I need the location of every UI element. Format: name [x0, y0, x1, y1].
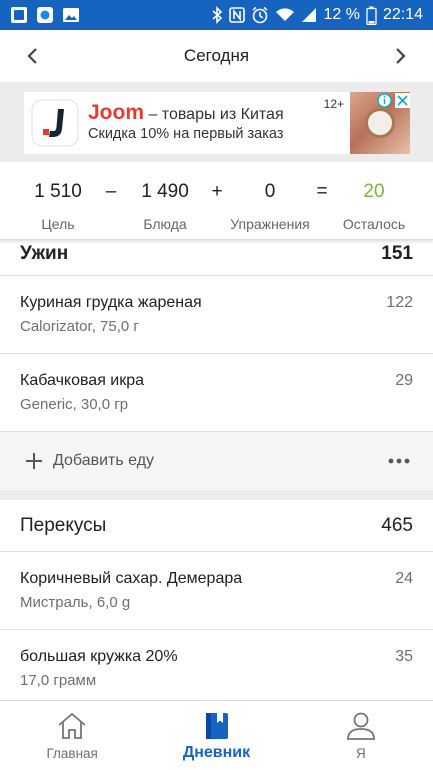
ad-subline: Скидка 10% на первый заказ — [88, 126, 284, 142]
food-name: большая кружка 20% — [20, 648, 178, 665]
remaining-value: 20 — [363, 181, 385, 202]
diary-content[interactable]: Ужин 151 Куриная грудка жареная Caloriza… — [0, 240, 433, 700]
nav-home-label: Главная — [46, 746, 98, 761]
snacks-total: 465 — [381, 514, 413, 536]
dinner-title: Ужин — [20, 243, 69, 264]
dinner-total: 151 — [381, 243, 413, 264]
status-right: 12 % 22:14 — [211, 6, 423, 25]
snacks-header[interactable]: Перекусы 465 — [0, 500, 433, 552]
ad-close-icon[interactable] — [394, 92, 410, 108]
add-food-label[interactable]: Добавить еду — [53, 452, 154, 470]
ad-info-icon[interactable] — [376, 92, 392, 108]
dinner-section: Ужин 151 Куриная грудка жареная Caloriza… — [0, 240, 433, 490]
ad-headline: Joom – товары из Китая — [88, 101, 284, 125]
food-calories: 35 — [395, 648, 413, 665]
date-title[interactable]: Сегодня — [184, 46, 249, 66]
more-horizontal-icon — [388, 458, 410, 464]
date-header: Сегодня — [0, 30, 433, 82]
wifi-icon — [275, 7, 295, 23]
bluetooth-icon — [211, 6, 223, 24]
snacks-title: Перекусы — [20, 514, 107, 536]
food-value: 1 490 — [141, 181, 189, 202]
food-entry[interactable]: Кабачковая икра Generic, 30,0 гр 29 — [0, 354, 433, 432]
signal-icon — [301, 7, 317, 23]
food-entry[interactable]: Коричневый сахар. Демерара Мистраль, 6,0… — [0, 552, 433, 630]
goal-value: 1 510 — [34, 181, 82, 202]
remaining-label: Осталось — [342, 216, 406, 232]
food-detail: 17,0 грамм — [20, 672, 97, 689]
food-label: Блюда — [143, 216, 187, 232]
battery-percent: 12 % — [323, 6, 360, 23]
app-badge-icon — [36, 6, 54, 24]
ad-brand: Joom — [88, 101, 145, 124]
ad-area: Joom – товары из Китая Скидка 10% на пер… — [0, 82, 433, 162]
ad-image — [350, 92, 410, 154]
plus-icon — [26, 453, 42, 469]
alarm-icon — [251, 6, 269, 24]
minus-operator: – — [105, 181, 117, 202]
snacks-section: Перекусы 465 Коричневый сахар. Демерара … — [0, 500, 433, 700]
add-food-button[interactable] — [24, 451, 44, 471]
status-time: 22:14 — [382, 6, 423, 23]
nav-diary-label: Дневник — [182, 744, 251, 761]
food-calories: 122 — [386, 294, 413, 311]
more-options-button[interactable] — [387, 451, 411, 471]
food-entry[interactable]: Куриная грудка жареная Calorizator, 75,0… — [0, 276, 433, 354]
food-calories: 29 — [395, 372, 413, 389]
nav-me-label: Я — [355, 746, 366, 761]
food-name: Коричневый сахар. Демерара — [20, 570, 243, 587]
chevron-right-icon — [396, 48, 406, 64]
plus-operator: + — [211, 181, 223, 202]
blue-square-icon — [10, 6, 28, 24]
home-icon — [56, 710, 88, 742]
previous-day-button[interactable] — [18, 41, 48, 71]
ad-controls — [376, 92, 410, 108]
dinner-header[interactable]: Ужин 151 — [0, 240, 433, 276]
status-left-icons — [10, 6, 80, 24]
food-entry[interactable]: большая кружка 20% 17,0 грамм 35 — [0, 630, 433, 700]
exercise-label: Упражнения — [230, 216, 310, 232]
next-day-button[interactable] — [385, 41, 415, 71]
image-icon — [62, 6, 80, 24]
diary-icon — [201, 710, 231, 742]
ad-age-rating: 12+ — [323, 97, 344, 111]
ad-watch-image — [365, 108, 395, 138]
nfc-icon — [229, 6, 246, 24]
add-food-row: Добавить еду — [0, 432, 433, 490]
bottom-navigation: Главная Дневник Я — [0, 700, 433, 770]
chevron-left-icon — [27, 48, 37, 64]
ad-headline-rest: – товары из Китая — [144, 106, 284, 123]
food-detail: Generic, 30,0 гр — [20, 396, 129, 413]
ad-text: Joom – товары из Китая Скидка 10% на пер… — [88, 92, 350, 154]
food-name: Кабачковая икра — [20, 372, 145, 389]
nav-home[interactable]: Главная — [0, 701, 144, 770]
nav-diary[interactable]: Дневник — [144, 701, 288, 770]
ad-logo — [28, 96, 82, 150]
food-detail: Мистраль, 6,0 g — [20, 594, 131, 611]
food-calories: 24 — [395, 570, 413, 587]
food-name: Куриная грудка жареная — [20, 294, 202, 311]
food-detail: Calorizator, 75,0 г — [20, 318, 139, 335]
nav-me[interactable]: Я — [289, 701, 433, 770]
equals-operator: = — [316, 181, 328, 202]
status-bar: 12 % 22:14 — [0, 0, 433, 30]
calorie-summary: 1 510 – 1 490 + 0 = 20 Цель Блюда Упражн… — [0, 162, 433, 240]
goal-label: Цель — [41, 216, 75, 232]
profile-icon — [345, 710, 377, 742]
ad-banner[interactable]: Joom – товары из Китая Скидка 10% на пер… — [24, 92, 410, 154]
battery-icon — [366, 6, 377, 25]
exercise-value: 0 — [264, 181, 276, 202]
